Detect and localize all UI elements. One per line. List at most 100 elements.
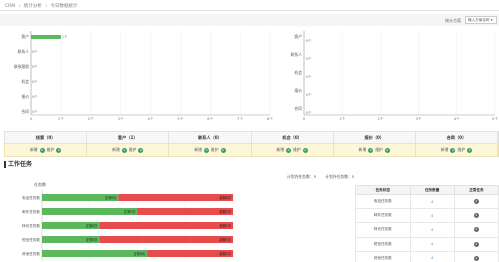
bar: [31, 35, 61, 39]
late-bar: [99, 236, 233, 243]
category-label: 合同: [294, 106, 302, 111]
task-table-header-cell: 正常任务: [453, 185, 499, 195]
task-table-header: 任务状态 任务数量 正常任务: [355, 185, 499, 195]
unplanned-task-count: 计划外任务数：5: [325, 174, 355, 179]
summary-header: 线索（0） 客户（1） 联系人（0） 机会（0） 报价（0） 合同（0）: [4, 131, 499, 144]
late-bar: [118, 194, 233, 201]
new-count-badge[interactable]: 0: [203, 147, 209, 153]
task-table-header-cell: 任务数量: [409, 185, 455, 195]
bar-value-label: 0个: [306, 74, 312, 79]
x-tick-label: 6个: [207, 116, 213, 121]
x-tick-label: 5个: [177, 116, 183, 121]
summary-header-cell: 机会（0）: [252, 132, 334, 143]
breadcrumb-today: 今日数据统计: [50, 4, 78, 9]
new-count-badge[interactable]: 0: [39, 147, 45, 153]
category-label: 联系跟踪: [14, 64, 29, 69]
maintain-count-badge[interactable]: 0: [220, 147, 226, 153]
summary-header-cell: 合同（0）: [416, 132, 499, 143]
task-table: 任务状态 任务数量 正常任务 电话任务数 4 2 邮件任务数 4 2 拜访任务数 4 2 短信任务数 4…: [355, 185, 499, 262]
x-tick-label: 0: [303, 117, 306, 121]
normal-count-badge[interactable]: 2: [473, 227, 479, 233]
new-count-badge[interactable]: 1: [121, 147, 127, 153]
table-row: 电话任务数 4 2: [355, 193, 499, 210]
bar-value-label: 0个: [306, 38, 312, 43]
late-label: 超期5次: [219, 251, 231, 256]
table-row: 拜访任务数 4 2: [355, 222, 499, 238]
task-count-cell[interactable]: 4: [409, 222, 455, 238]
new-label: 新增: [194, 147, 202, 152]
task-status-cell: 邮件任务数: [355, 208, 411, 224]
summary-header-cell: 报价（0）: [334, 132, 416, 143]
task-status-cell: 电话任务数: [355, 193, 411, 210]
task-table-header-cell: 任务状态: [355, 185, 411, 195]
summary-cell: 新增 0 维护 0: [169, 144, 252, 156]
maintain-count-badge[interactable]: 0: [302, 147, 308, 153]
top-bar: CRM › 统计分析 › 今日数据统计: [0, 0, 499, 11]
new-count-badge[interactable]: 0: [368, 147, 374, 153]
late-bar: [99, 222, 233, 229]
normal-count-badge[interactable]: 2: [473, 213, 479, 219]
breadcrumb: CRM › 统计分析 › 今日数据统计: [5, 4, 78, 9]
late-label: 超期8次: [219, 195, 231, 200]
task-count-cell[interactable]: 4: [409, 250, 455, 262]
task-normal-cell: 2: [453, 222, 499, 238]
maintain-count-badge[interactable]: 0: [467, 147, 473, 153]
maintain-label: 维护: [210, 147, 219, 152]
task-stats: 计划内任务数：5 计划外任务数：5: [287, 174, 362, 180]
late-label: 超期5次: [219, 223, 231, 228]
category-label: 报价: [21, 94, 29, 99]
task-status-cell: 其他任务数: [355, 250, 411, 262]
x-tick-label: 2个: [88, 116, 94, 121]
task-category-label: 电话任务数: [22, 195, 40, 200]
x-tick-label: 7个: [237, 116, 243, 121]
task-count-cell[interactable]: 4: [409, 193, 455, 210]
x-tick-label: 3个: [118, 116, 124, 121]
normal-count-badge[interactable]: 2: [473, 255, 479, 261]
normal-count-badge[interactable]: 2: [473, 199, 479, 205]
planned-task-count: 计划内任务数：5: [287, 174, 316, 179]
breadcrumb-analysis[interactable]: 统计分析: [24, 4, 42, 9]
category-label: 客户: [294, 34, 302, 39]
bar-value-label: 0个: [306, 56, 312, 61]
maintain-count-badge[interactable]: 0: [384, 147, 390, 153]
task-normal-cell: 2: [453, 208, 499, 224]
maintain-count-badge[interactable]: 0: [138, 147, 144, 153]
task-count-cell[interactable]: 4: [409, 208, 455, 224]
category-label: 合同: [21, 109, 29, 114]
maintain-label: 维护: [46, 147, 55, 152]
x-tick-label: 4个: [148, 116, 154, 121]
summary-table: 线索（0） 客户（1） 联系人（0） 机会（0） 报价（0） 合同（0） 新增 0 维护 0 新增…: [4, 131, 499, 157]
new-label: 新增: [112, 147, 120, 152]
done-label: 正常8次: [105, 195, 117, 200]
summary-cell: 新增 1 维护 0: [87, 144, 170, 156]
summary-header-cell: 客户（1）: [87, 132, 170, 143]
summary-header-cell: 线索（0）: [5, 132, 88, 143]
breadcrumb-crm[interactable]: CRM: [5, 4, 15, 9]
task-status-cell: 拜访任务数: [355, 222, 411, 238]
bar-value-label: 0个: [306, 110, 312, 115]
normal-count-badge[interactable]: 2: [473, 241, 479, 247]
summary-cell: 新增 0 维护 0: [416, 144, 499, 156]
bar-value-label: 0个: [32, 94, 38, 99]
maintain-count-badge[interactable]: 0: [56, 147, 62, 153]
task-count-cell[interactable]: 4: [409, 236, 455, 252]
bar-value-label: 0个: [32, 79, 38, 84]
summary-header-cell: 联系人（0）: [169, 132, 252, 143]
task-category-label: 其他任务数: [22, 251, 40, 256]
new-count-badge[interactable]: 0: [286, 147, 292, 153]
task-category-label: 拜访任务数: [22, 223, 40, 228]
new-label: 新增: [29, 147, 38, 152]
x-tick-label: 1个: [339, 116, 345, 121]
scheme-select[interactable]: 输入方案名称 ▾: [465, 16, 497, 24]
new-count-badge[interactable]: 0: [450, 147, 456, 153]
table-row: 其他任务数 4 2: [355, 250, 499, 262]
summary-cell: 新增 0 维护 0: [5, 144, 88, 156]
chart-label: 任务数: [34, 181, 46, 187]
done-label: 正常5次: [124, 209, 136, 214]
late-label: 超期5次: [219, 209, 231, 214]
summary-cell: 新增 0 维护 0: [334, 144, 416, 156]
late-label: 超期5次: [219, 237, 231, 242]
maintain-label: 维护: [293, 147, 301, 152]
bar-value-label: 0个: [306, 92, 312, 97]
filter-bar: [0, 14, 499, 26]
